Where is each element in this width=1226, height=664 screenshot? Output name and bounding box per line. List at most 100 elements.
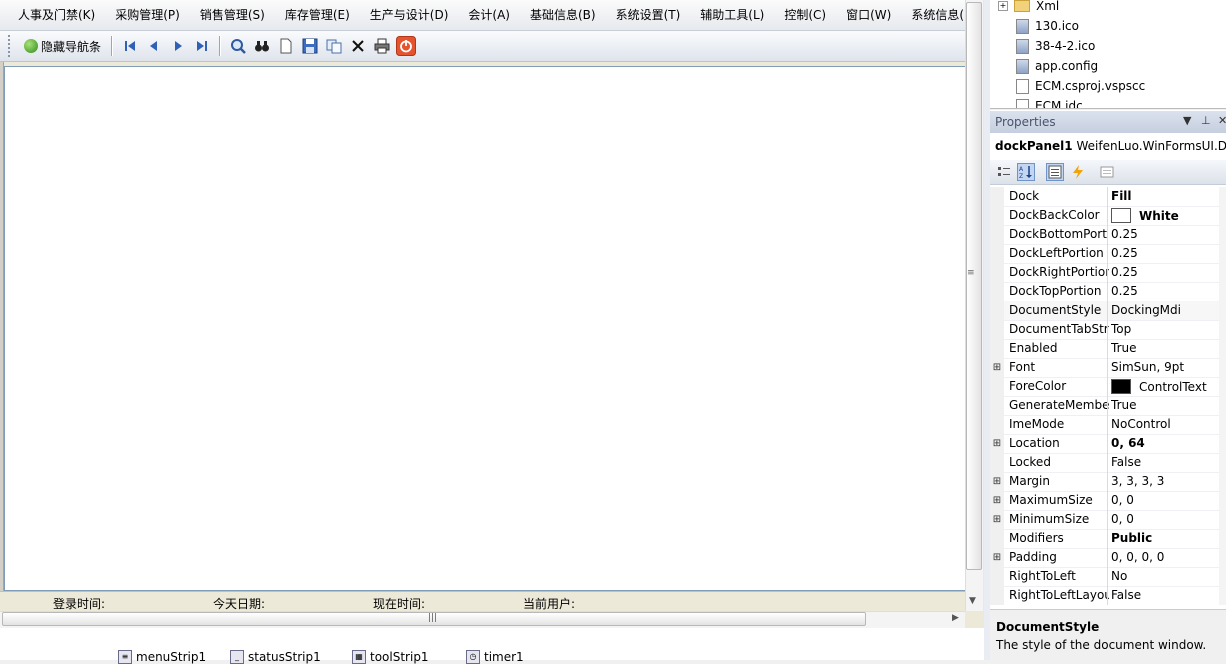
tray-item-toolstrip[interactable]: ▦ toolStrip1 (352, 650, 429, 664)
property-value[interactable]: True (1111, 341, 1221, 355)
menu-item[interactable]: 辅助工具(L) (690, 0, 774, 30)
tray-item-statusstrip[interactable]: _ statusStrip1 (230, 650, 321, 664)
column-divider[interactable] (1107, 282, 1108, 301)
tree-item-vspscc[interactable]: ECM.csproj.vspscc (1016, 76, 1145, 96)
property-row[interactable]: Enabled True (990, 339, 1226, 359)
menu-item[interactable]: 窗口(W) (836, 0, 901, 30)
property-row[interactable]: Locked False (990, 453, 1226, 473)
property-value[interactable]: 0, 0, 0, 0 (1111, 550, 1221, 564)
menu-item[interactable]: 生产与设计(D) (360, 0, 459, 30)
copy-button[interactable] (323, 35, 345, 57)
vertical-scroll-thumb[interactable] (966, 2, 982, 570)
column-divider[interactable] (1107, 377, 1108, 396)
column-divider[interactable] (1107, 244, 1108, 263)
property-row[interactable]: RightToLeftLayou False (990, 586, 1226, 605)
property-value[interactable]: False (1111, 588, 1221, 602)
column-divider[interactable] (1107, 491, 1108, 510)
property-value[interactable]: White (1111, 208, 1221, 223)
column-divider[interactable] (1107, 510, 1108, 529)
property-row[interactable]: ⊞ Location 0, 64 (990, 434, 1226, 454)
column-divider[interactable] (1107, 586, 1108, 605)
property-value[interactable]: 0.25 (1111, 284, 1221, 298)
property-row[interactable]: DockBottomPort 0.25 (990, 225, 1226, 245)
expand-icon[interactable]: ⊞ (990, 548, 1004, 567)
property-value[interactable]: Top (1111, 322, 1221, 336)
property-value[interactable]: True (1111, 398, 1221, 412)
column-divider[interactable] (1107, 206, 1108, 225)
property-value[interactable]: DockingMdi (1111, 303, 1221, 317)
property-value[interactable]: NoControl (1111, 417, 1221, 431)
column-divider[interactable] (1107, 339, 1108, 358)
object-selector[interactable]: dockPanel1 WeifenLuo.WinFormsUI.Dc (995, 139, 1226, 153)
tree-item-38-4-2-ico[interactable]: 38-4-2.ico (1016, 36, 1095, 56)
menu-item[interactable]: 人事及门禁(K) (0, 0, 105, 30)
property-row[interactable]: RightToLeft No (990, 567, 1226, 587)
first-record-button[interactable] (119, 35, 141, 57)
column-divider[interactable] (1107, 567, 1108, 586)
tree-item-130-ico[interactable]: 130.ico (1016, 16, 1079, 36)
new-button[interactable] (275, 35, 297, 57)
property-value[interactable]: SimSun, 9pt (1111, 360, 1221, 374)
print-button[interactable] (371, 35, 393, 57)
property-row[interactable]: ⊞ MaximumSize 0, 0 (990, 491, 1226, 511)
property-row[interactable]: DocumentStyle DockingMdi (990, 301, 1226, 321)
column-divider[interactable] (1107, 415, 1108, 434)
property-row[interactable]: DockLeftPortion 0.25 (990, 244, 1226, 264)
property-value[interactable]: False (1111, 455, 1221, 469)
preview-button[interactable] (227, 35, 249, 57)
property-row[interactable]: ImeMode NoControl (990, 415, 1226, 435)
expand-icon[interactable]: ⊞ (990, 491, 1004, 510)
column-divider[interactable] (1107, 529, 1108, 548)
column-divider[interactable] (1107, 396, 1108, 415)
categorized-button[interactable] (995, 163, 1013, 181)
column-divider[interactable] (1107, 548, 1108, 567)
menu-item[interactable]: 基础信息(B) (520, 0, 606, 30)
property-value[interactable]: 0, 0 (1111, 512, 1221, 526)
property-row[interactable]: GenerateMembe True (990, 396, 1226, 416)
tree-item-app-config[interactable]: app.config (1016, 56, 1098, 76)
property-row[interactable]: ⊞ Padding 0, 0, 0, 0 (990, 548, 1226, 568)
property-row[interactable]: Modifiers Public (990, 529, 1226, 549)
close-icon[interactable]: ✕ (1218, 114, 1226, 127)
property-pages-button[interactable] (1098, 163, 1116, 181)
property-row[interactable]: DocumentTabStr Top (990, 320, 1226, 340)
property-value[interactable]: 0.25 (1111, 227, 1221, 241)
property-value[interactable]: ControlText (1111, 379, 1221, 394)
column-divider[interactable] (1107, 358, 1108, 377)
toolbar-grip[interactable] (8, 35, 13, 57)
column-divider[interactable] (1107, 225, 1108, 244)
column-divider[interactable] (1107, 187, 1108, 206)
expand-icon[interactable]: ⊞ (990, 358, 1004, 377)
menu-item[interactable]: 会计(A) (458, 0, 520, 30)
property-value[interactable]: 0, 64 (1111, 436, 1221, 450)
property-row[interactable]: ⊞ MinimumSize 0, 0 (990, 510, 1226, 530)
delete-button[interactable] (347, 35, 369, 57)
column-divider[interactable] (1107, 434, 1108, 453)
property-value[interactable]: Public (1111, 531, 1221, 545)
next-record-button[interactable] (167, 35, 189, 57)
property-value[interactable]: 3, 3, 3, 3 (1111, 474, 1221, 488)
scroll-down-icon[interactable]: ▼ (969, 596, 976, 606)
property-value[interactable]: 0, 0 (1111, 493, 1221, 507)
column-divider[interactable] (1107, 453, 1108, 472)
property-row[interactable]: ⊞ Font SimSun, 9pt (990, 358, 1226, 378)
pin-icon[interactable]: ⊥ (1201, 114, 1211, 127)
previous-record-button[interactable] (143, 35, 165, 57)
tray-item-timer[interactable]: ◷ timer1 (466, 650, 524, 664)
tree-item-idc[interactable]: ECM.idc (1016, 96, 1083, 108)
dropdown-icon[interactable]: ▼ (1183, 114, 1191, 127)
save-button[interactable] (299, 35, 321, 57)
property-row[interactable]: DockBackColor White (990, 206, 1226, 226)
menu-item[interactable]: 库存管理(E) (275, 0, 360, 30)
property-row[interactable]: ⊞ Margin 3, 3, 3, 3 (990, 472, 1226, 492)
property-row[interactable]: DockTopPortion 0.25 (990, 282, 1226, 302)
property-value[interactable]: No (1111, 569, 1221, 583)
expand-icon[interactable]: ⊞ (990, 434, 1004, 453)
menu-item[interactable]: 销售管理(S) (190, 0, 275, 30)
column-divider[interactable] (1107, 472, 1108, 491)
property-value[interactable]: 0.25 (1111, 265, 1221, 279)
events-button[interactable] (1069, 163, 1087, 181)
menu-item[interactable]: 控制(C) (774, 0, 836, 30)
tray-item-menustrip[interactable]: ≡ menuStrip1 (118, 650, 206, 664)
menu-item[interactable]: 系统设置(T) (606, 0, 691, 30)
